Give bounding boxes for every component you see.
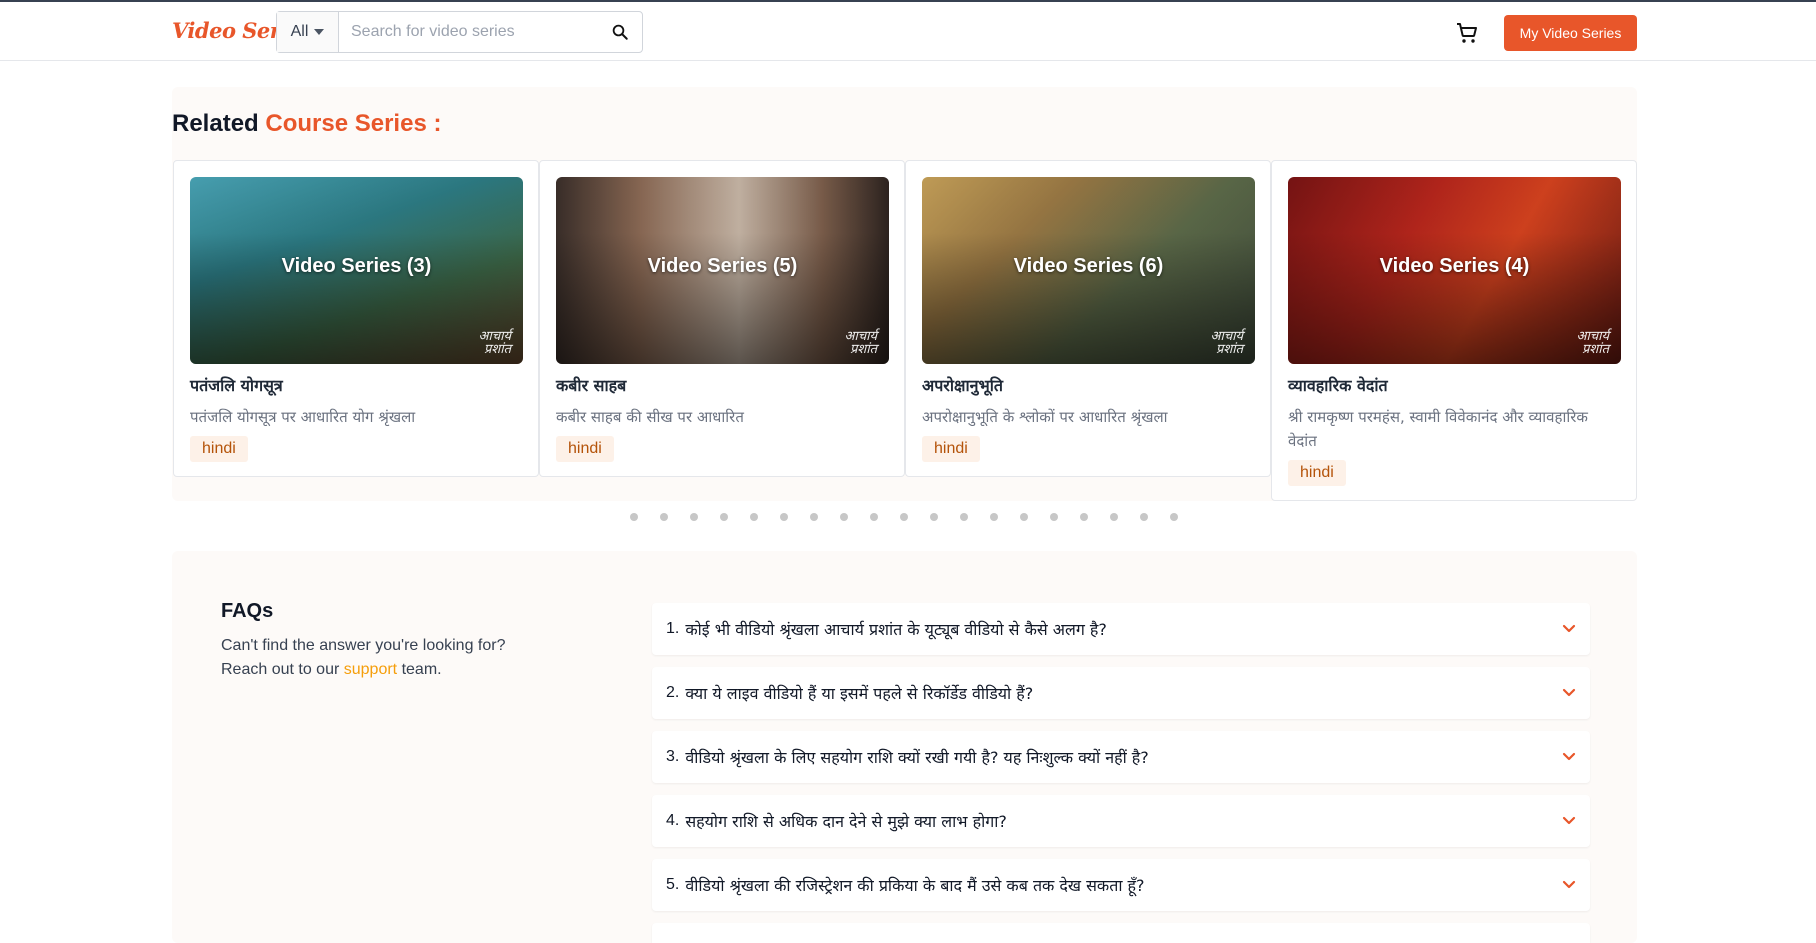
brand-watermark: आचार्य प्रशांत (479, 330, 511, 356)
series-card[interactable]: Video Series (6) आचार्य प्रशांत अपरोक्षान… (905, 160, 1271, 477)
carousel-dot[interactable] (1110, 513, 1118, 521)
faq-sub-line1: Can't find the answer you're looking for… (221, 637, 506, 654)
category-label: All (290, 23, 309, 40)
card-description: श्री रामकृष्ण परमहंस, स्वामी विवेकानंद औ… (1288, 408, 1588, 450)
series-thumbnail[interactable]: Video Series (5) आचार्य प्रशांत (556, 177, 889, 364)
carousel-dots (630, 513, 1178, 521)
top-navbar: Video Series All My Video Series (0, 2, 1816, 61)
carousel-dot[interactable] (660, 513, 668, 521)
search-bar: All (276, 11, 643, 53)
watermark-bottom: प्रशांत (1215, 342, 1243, 357)
carousel-dot[interactable] (1020, 513, 1028, 521)
faq-heading: FAQs (221, 600, 274, 622)
carousel-dot[interactable] (690, 513, 698, 521)
series-card[interactable]: Video Series (5) आचार्य प्रशांत कबीर साहब… (539, 160, 905, 477)
series-card[interactable]: Video Series (4) आचार्य प्रशांत व्यावहारि… (1271, 160, 1637, 501)
faq-number: 1. (666, 620, 680, 637)
video-count-overlay: Video Series (3) (281, 255, 432, 277)
related-title-accent: Course Series : (265, 110, 442, 137)
brand-watermark: आचार्य प्रशांत (845, 330, 877, 356)
faq-number: 2. (666, 684, 680, 701)
faq-question: कोई भी वीडियो श्रृंखला आचार्य प्रशांत के… (685, 620, 1107, 639)
card-title[interactable]: कबीर साहब (556, 374, 626, 396)
language-tag: hindi (190, 436, 248, 462)
related-title: Related Course Series : (172, 110, 441, 138)
carousel-dot[interactable] (810, 513, 818, 521)
caret-down-icon (314, 29, 325, 35)
language-tag: hindi (922, 436, 980, 462)
carousel-dot[interactable] (630, 513, 638, 521)
carousel-dot[interactable] (1050, 513, 1058, 521)
carousel-dot[interactable] (1170, 513, 1178, 521)
faq-subtext: Can't find the answer you're looking for… (221, 634, 541, 682)
carousel-dot[interactable] (840, 513, 848, 521)
video-count-overlay: Video Series (5) (647, 255, 798, 277)
faq-sub-prefix: Reach out to our (221, 661, 344, 678)
card-description: कबीर साहब की सीख पर आधारित (556, 408, 744, 426)
faq-sub-suffix: team. (397, 661, 442, 678)
search-input[interactable] (339, 12, 598, 52)
card-title[interactable]: व्यावहारिक वेदांत (1288, 374, 1388, 396)
faq-question: वीडियो श्रृंखला की रजिस्ट्रेशन की प्रकिय… (685, 876, 1145, 895)
brand-watermark: आचार्य प्रशांत (1211, 330, 1243, 356)
series-thumbnail[interactable]: Video Series (3) आचार्य प्रशांत (190, 177, 523, 364)
faq-question: क्या ये लाइव वीडियो हैं या इसमें पहले से… (685, 684, 1034, 703)
faq-item-partial[interactable] (652, 923, 1590, 943)
faq-item[interactable]: 4. सहयोग राशि से अधिक दान देने से मुझे क… (652, 795, 1590, 847)
card-title[interactable]: पतंजलि योगसूत्र (190, 374, 283, 396)
carousel-dot[interactable] (870, 513, 878, 521)
chevron-down-icon[interactable] (1562, 880, 1576, 890)
carousel-dot[interactable] (900, 513, 908, 521)
video-count-overlay: Video Series (6) (1013, 255, 1164, 277)
faq-item[interactable]: 1. कोई भी वीडियो श्रृंखला आचार्य प्रशांत… (652, 603, 1590, 655)
carousel-dot[interactable] (1080, 513, 1088, 521)
carousel-dot[interactable] (990, 513, 998, 521)
series-thumbnail[interactable]: Video Series (4) आचार्य प्रशांत (1288, 177, 1621, 364)
carousel-dot[interactable] (960, 513, 968, 521)
card-title[interactable]: अपरोक्षानुभूति (922, 374, 1003, 396)
watermark-bottom: प्रशांत (483, 342, 511, 357)
series-card[interactable]: Video Series (3) आचार्य प्रशांत पतंजलि यो… (173, 160, 539, 477)
series-thumbnail[interactable]: Video Series (6) आचार्य प्रशांत (922, 177, 1255, 364)
language-tag: hindi (556, 436, 614, 462)
chevron-down-icon[interactable] (1562, 688, 1576, 698)
faq-question: वीडियो श्रृंखला के लिए सहयोग राशि क्यों … (685, 748, 1149, 767)
carousel-dot[interactable] (780, 513, 788, 521)
carousel-dot[interactable] (930, 513, 938, 521)
chevron-down-icon[interactable] (1562, 816, 1576, 826)
faq-number: 5. (666, 876, 680, 893)
faq-item[interactable]: 3. वीडियो श्रृंखला के लिए सहयोग राशि क्य… (652, 731, 1590, 783)
my-video-series-button[interactable]: My Video Series (1504, 15, 1637, 51)
carousel-dot[interactable] (750, 513, 758, 521)
category-dropdown[interactable]: All (277, 12, 339, 52)
watermark-bottom: प्रशांत (849, 342, 877, 357)
language-tag: hindi (1288, 460, 1346, 486)
faq-number: 3. (666, 748, 680, 765)
card-description: पतंजलि योगसूत्र पर आधारित योग श्रृंखला (190, 408, 416, 426)
faq-question: सहयोग राशि से अधिक दान देने से मुझे क्या… (685, 812, 1007, 831)
faq-item[interactable]: 5. वीडियो श्रृंखला की रजिस्ट्रेशन की प्र… (652, 859, 1590, 911)
brand-watermark: आचार्य प्रशांत (1577, 330, 1609, 356)
search-icon[interactable] (598, 12, 642, 52)
watermark-bottom: प्रशांत (1581, 342, 1609, 357)
carousel-dot[interactable] (720, 513, 728, 521)
cart-icon[interactable] (1455, 21, 1481, 45)
chevron-down-icon[interactable] (1562, 624, 1576, 634)
carousel-dot[interactable] (1140, 513, 1148, 521)
support-link[interactable]: support (344, 661, 397, 678)
related-title-prefix: Related (172, 110, 266, 137)
card-description: अपरोक्षानुभूति के श्लोकों पर आधारित श्रृ… (922, 408, 1168, 426)
faq-number: 4. (666, 812, 680, 829)
chevron-down-icon[interactable] (1562, 752, 1576, 762)
faq-item[interactable]: 2. क्या ये लाइव वीडियो हैं या इसमें पहले… (652, 667, 1590, 719)
video-count-overlay: Video Series (4) (1379, 255, 1530, 277)
